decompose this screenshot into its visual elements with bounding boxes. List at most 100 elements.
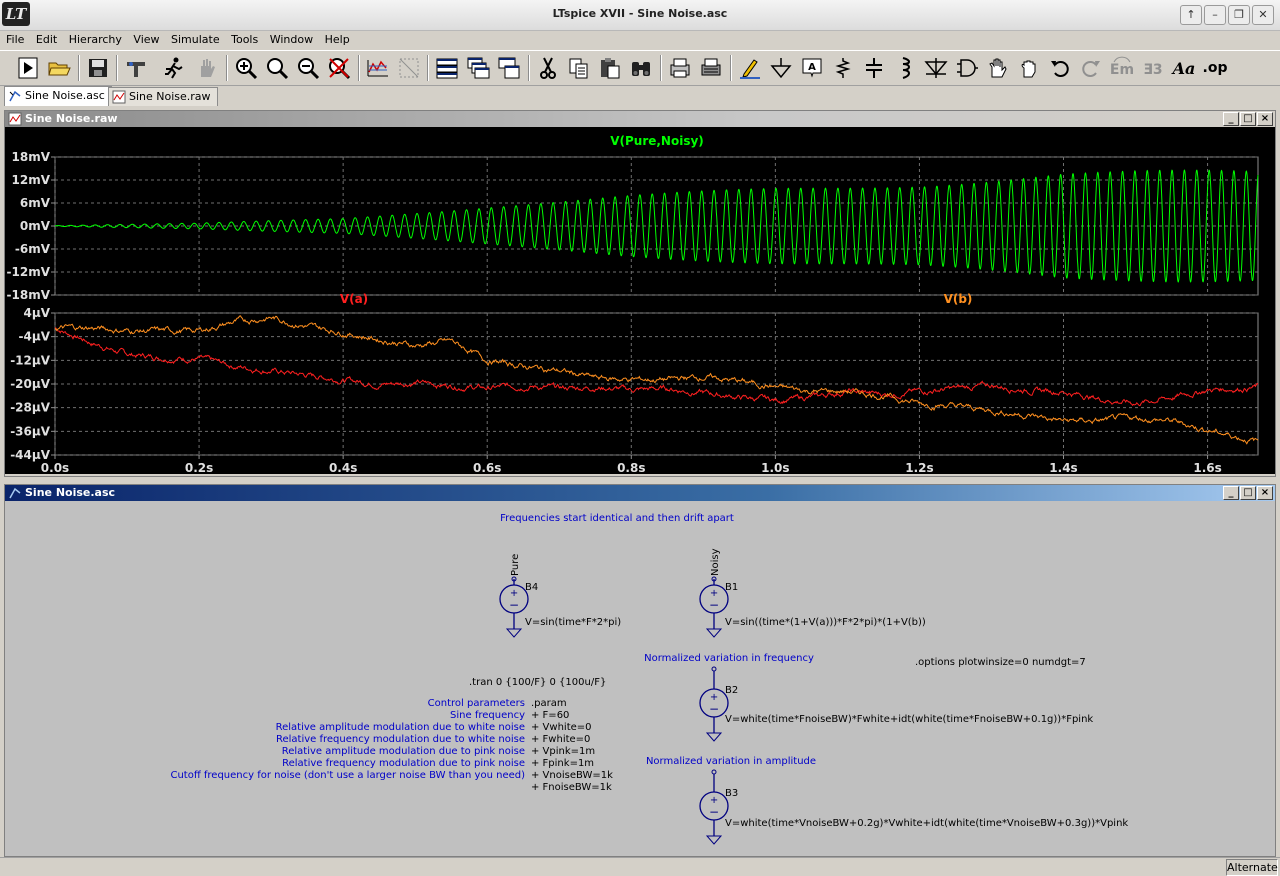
paste-icon[interactable]: [596, 54, 624, 82]
tile-horizontal-icon[interactable]: [433, 54, 461, 82]
close-button[interactable]: ×: [1257, 486, 1273, 500]
minimize-button[interactable]: –: [1204, 5, 1226, 25]
redo-icon[interactable]: [1077, 54, 1105, 82]
menu-tools[interactable]: Tools: [231, 31, 258, 49]
maximize-button[interactable]: □: [1240, 486, 1256, 500]
maximize-button[interactable]: ❐: [1228, 5, 1250, 25]
capacitor-icon[interactable]: [860, 54, 888, 82]
run-man-icon[interactable]: [160, 54, 188, 82]
find-icon[interactable]: [627, 54, 655, 82]
b3-source[interactable]: [699, 769, 729, 845]
waveform-plot[interactable]: 18mV 12mV 6mV 0mV -6mV -12mV -18mV 4µV -4µV -12µ…: [5, 127, 1275, 475]
inductor-icon[interactable]: [891, 54, 919, 82]
draw-wire-icon[interactable]: [736, 54, 764, 82]
view-fft-icon[interactable]: [395, 54, 423, 82]
halt-hand-icon[interactable]: [192, 54, 220, 82]
schematic-window-title: Sine Noise.asc: [25, 486, 116, 499]
component-icon[interactable]: [953, 54, 981, 82]
resistor-icon[interactable]: [829, 54, 857, 82]
print-icon[interactable]: [697, 54, 725, 82]
autorange-icon[interactable]: [364, 54, 392, 82]
options-directive[interactable]: .options plotwinsize=0 numdgt=7: [915, 657, 1086, 668]
net-label-noisy[interactable]: Noisy: [710, 548, 721, 576]
legend-v-pure-noisy[interactable]: V(Pure,Noisy): [610, 134, 704, 148]
b4-value[interactable]: V=sin(time*F*2*pi): [525, 617, 621, 628]
tab-sine-noise-asc[interactable]: Sine Noise.asc: [4, 86, 112, 106]
b3-name[interactable]: B3: [725, 788, 738, 799]
bottom-y-tick-label: -36µV: [10, 424, 51, 438]
schematic-canvas[interactable]: + − Frequencies start identical and then…: [5, 501, 1275, 856]
comment-control-parameters[interactable]: Control parameters: [428, 698, 525, 709]
schematic-heading[interactable]: Frequencies start identical and then dri…: [500, 513, 734, 524]
tile-vertical-icon[interactable]: [495, 54, 523, 82]
print-preview-icon[interactable]: [666, 54, 694, 82]
legend-v-b[interactable]: V(b): [944, 292, 973, 306]
net-label-pure[interactable]: Pure: [510, 554, 521, 576]
waveform-icon: [8, 112, 22, 126]
comment-vwhite[interactable]: Relative amplitude modulation due to whi…: [276, 722, 525, 733]
waveform-plot-area[interactable]: 18mV 12mV 6mV 0mV -6mV -12mV -18mV 4µV -4µV -12µ…: [5, 127, 1275, 477]
menu-edit[interactable]: Edit: [36, 31, 57, 49]
b2-name[interactable]: B2: [725, 685, 738, 696]
top-y-tick-label: 6mV: [20, 196, 51, 210]
zoom-out-icon[interactable]: [294, 54, 322, 82]
save-icon[interactable]: [84, 54, 112, 82]
menu-file[interactable]: File: [6, 31, 24, 49]
freq-variation-label[interactable]: Normalized variation in frequency: [644, 653, 814, 664]
menu-window[interactable]: Window: [270, 31, 313, 49]
menu-help[interactable]: Help: [325, 31, 350, 49]
zoom-in-icon[interactable]: [232, 54, 260, 82]
undo-icon[interactable]: [1046, 54, 1074, 82]
ground-icon[interactable]: [767, 54, 795, 82]
param-line: + Fwhite=0: [531, 734, 590, 745]
rotate-icon[interactable]: Em: [1108, 54, 1136, 82]
b2-value[interactable]: V=white(time*FnoiseBW)*Fwhite+idt(white(…: [725, 714, 1093, 725]
amp-variation-label[interactable]: Normalized variation in amplitude: [646, 756, 816, 767]
close-button[interactable]: ×: [1257, 112, 1273, 126]
param-line: + FnoiseBW=1k: [531, 782, 612, 793]
cascade-icon[interactable]: [464, 54, 492, 82]
tran-directive[interactable]: .tran 0 {100/F} 0 {100u/F}: [469, 677, 606, 688]
control-panel-icon[interactable]: [122, 54, 150, 82]
keep-above-button[interactable]: ↑: [1180, 5, 1202, 25]
menu-hierarchy[interactable]: Hierarchy: [69, 31, 122, 49]
param-line: .param: [531, 698, 567, 709]
comment-sine-frequency[interactable]: Sine frequency: [450, 710, 525, 721]
menu-simulate[interactable]: Simulate: [171, 31, 220, 49]
comment-cutoff[interactable]: Cutoff frequency for noise (don't use a …: [170, 770, 525, 781]
copy-icon[interactable]: [565, 54, 593, 82]
label-net-icon[interactable]: A: [798, 54, 826, 82]
run-icon[interactable]: [14, 54, 42, 82]
param-directive[interactable]: .param + F=60 + Vwhite=0 + Fwhite=0 + Vp…: [531, 698, 613, 793]
b2-source[interactable]: [699, 666, 729, 742]
zoom-cancel-icon[interactable]: [325, 54, 353, 82]
comment-fpink[interactable]: Relative frequency modulation due to pin…: [282, 758, 525, 769]
text-icon[interactable]: Aa: [1170, 54, 1198, 82]
legend-v-a[interactable]: V(a): [340, 292, 368, 306]
comment-fwhite[interactable]: Relative frequency modulation due to whi…: [276, 734, 525, 745]
zoom-area-icon[interactable]: [263, 54, 291, 82]
mirror-icon[interactable]: Ǝ3: [1139, 54, 1167, 82]
b4-name[interactable]: B4: [525, 582, 538, 593]
spice-directive-icon[interactable]: .op: [1201, 54, 1229, 82]
b4-source[interactable]: [499, 576, 529, 638]
cut-icon[interactable]: [534, 54, 562, 82]
close-button[interactable]: ✕: [1252, 5, 1274, 25]
open-folder-icon[interactable]: [45, 54, 73, 82]
x-tick-label: 1.4s: [1049, 461, 1077, 474]
spice-directive-label: .op: [1202, 60, 1228, 76]
move-hand-icon[interactable]: [984, 54, 1012, 82]
minimize-button[interactable]: _: [1223, 112, 1239, 126]
tab-sine-noise-raw[interactable]: Sine Noise.raw: [108, 87, 218, 106]
comment-vpink[interactable]: Relative amplitude modulation due to pin…: [282, 746, 525, 757]
menu-view[interactable]: View: [133, 31, 159, 49]
maximize-button[interactable]: □: [1240, 112, 1256, 126]
minimize-button[interactable]: _: [1223, 486, 1239, 500]
top-y-tick-label: -18mV: [7, 288, 51, 302]
b1-value[interactable]: V=sin((time*(1+V(a)))*F*2*pi)*(1+V(b)): [725, 617, 926, 628]
b1-name[interactable]: B1: [725, 582, 738, 593]
diode-icon[interactable]: [922, 54, 950, 82]
b1-source[interactable]: [699, 576, 729, 638]
drag-hand-icon[interactable]: [1015, 54, 1043, 82]
b3-value[interactable]: V=white(time*VnoiseBW+0.2g)*Vwhite+idt(w…: [725, 818, 1128, 829]
